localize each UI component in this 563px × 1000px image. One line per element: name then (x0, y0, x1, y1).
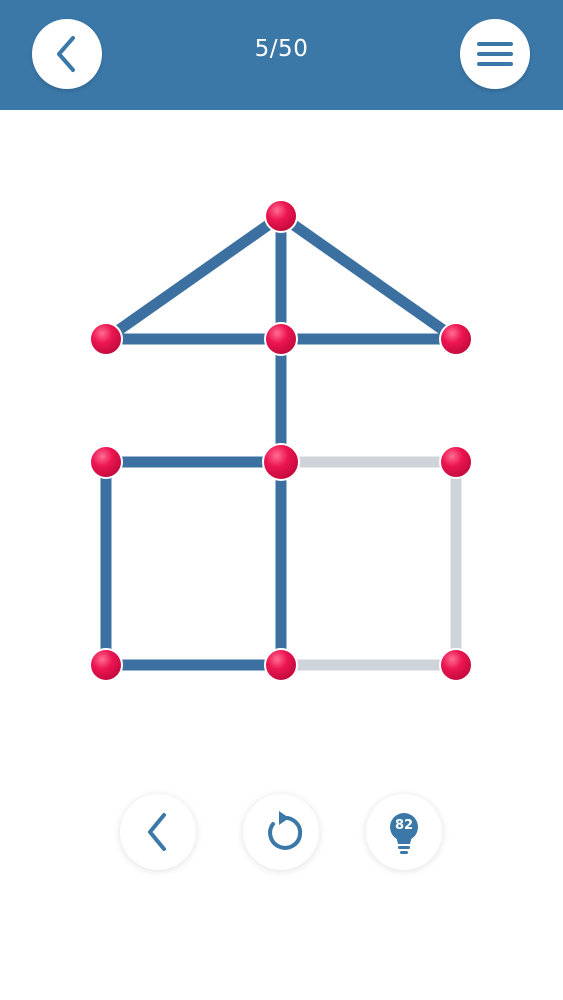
drawn-edge-1 (102, 211, 285, 344)
hint-count: 82 (394, 818, 414, 833)
node-n1[interactable] (264, 199, 298, 233)
node-n5[interactable] (89, 445, 123, 479)
node-n10[interactable] (439, 647, 473, 682)
node-n2[interactable] (89, 322, 123, 356)
restart-icon (268, 811, 303, 850)
node-n7[interactable] (439, 445, 473, 479)
node-n3[interactable] (264, 322, 298, 356)
node-n8[interactable] (89, 647, 123, 682)
puzzle-board[interactable] (0, 0, 563, 760)
restart-button[interactable] (243, 794, 319, 870)
chevron-left-icon (148, 813, 166, 851)
hint-button[interactable]: 82 (366, 794, 442, 870)
undo-button[interactable] (120, 794, 196, 870)
active-node-n6[interactable] (262, 443, 300, 481)
node-n4[interactable] (439, 322, 473, 356)
node-n9[interactable] (264, 647, 298, 682)
drawn-edge-2 (277, 211, 460, 344)
